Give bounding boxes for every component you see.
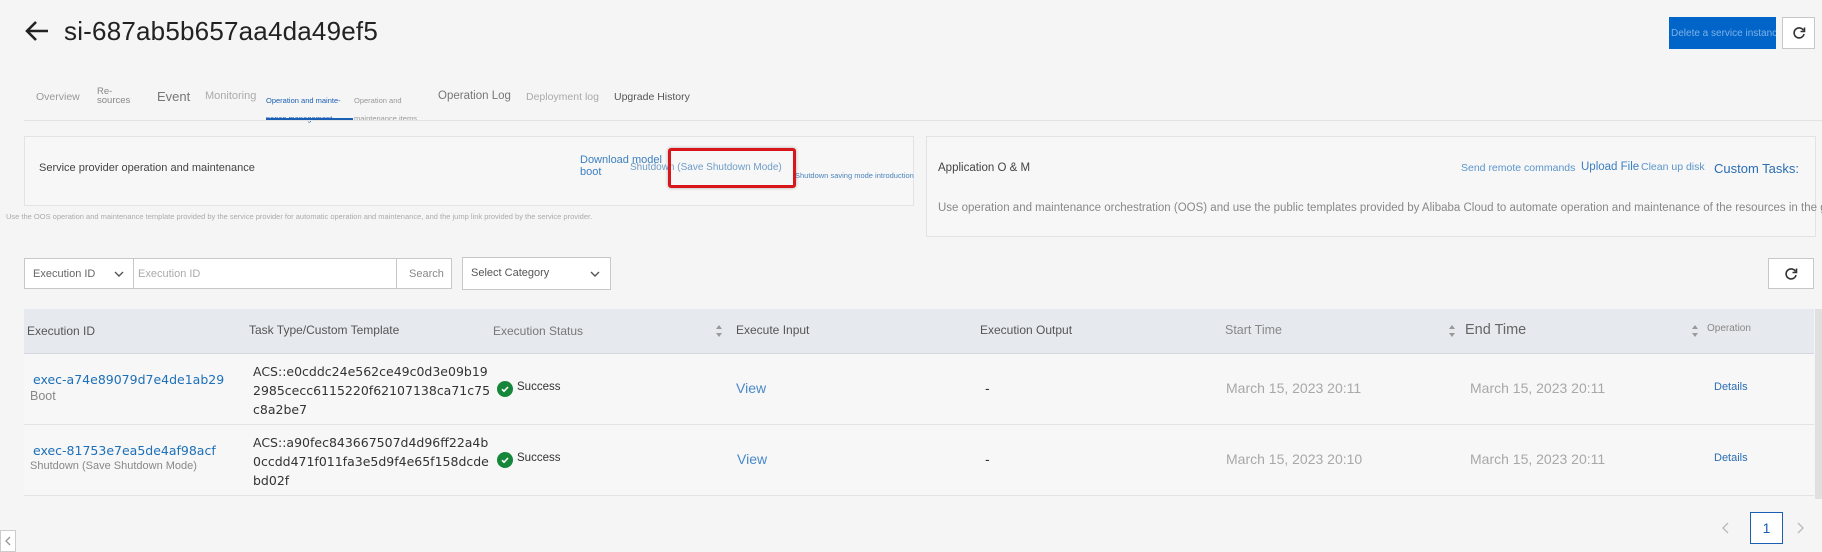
refresh-button[interactable] xyxy=(1782,17,1815,49)
send-remote-commands-link[interactable]: Send remote commands xyxy=(1461,162,1575,174)
sort-icon[interactable] xyxy=(715,324,723,338)
column-header-execution-output: Execution Output xyxy=(980,323,1073,337)
app-card-title: Application O & M xyxy=(938,162,1031,174)
clean-up-disk-link[interactable]: Clean up disk xyxy=(1641,161,1705,173)
column-header-execution-status: Execution Status xyxy=(493,324,584,338)
status-text: Success xyxy=(517,381,561,393)
template-line: bd02f xyxy=(253,473,290,488)
search-input[interactable]: Execution ID xyxy=(133,258,397,289)
app-card-description: Use operation and maintenance orchestrat… xyxy=(938,202,1822,214)
category-select-placeholder: Select Category xyxy=(471,267,550,279)
tab-label-line1: Operation and mainte- xyxy=(266,96,341,105)
shutdown-mode-intro-link[interactable]: Shutdown saving mode introduction xyxy=(795,171,914,180)
page-number-current[interactable]: 1 xyxy=(1750,512,1783,544)
sidebar-collapse-handle[interactable] xyxy=(0,530,16,552)
column-header-execute-input: Execute Input xyxy=(736,323,810,337)
sort-icon[interactable] xyxy=(1691,324,1699,338)
template-id: ACS::a90fec843667507d4d96ff22a4b 0ccdd47… xyxy=(253,433,489,490)
category-select[interactable]: Select Category xyxy=(462,257,611,290)
start-time: March 15, 2023 20:10 xyxy=(1226,451,1363,467)
details-link[interactable]: Details xyxy=(1714,452,1748,464)
tab-operation-log[interactable]: Operation Log xyxy=(438,90,511,102)
back-arrow-icon[interactable] xyxy=(24,18,50,44)
column-header-end-time: End Time xyxy=(1465,322,1527,338)
search-button[interactable]: Search xyxy=(396,258,452,289)
service-instance-page: si-687ab5b657aa4da49ef5 Delete a service… xyxy=(0,0,1822,552)
refresh-icon xyxy=(1785,267,1798,280)
view-input-link[interactable]: View xyxy=(737,451,767,467)
table-refresh-button[interactable] xyxy=(1768,258,1814,289)
tab-operation-maintenance-items[interactable]: Operation and maintenance items xyxy=(354,92,417,128)
execution-id-link[interactable]: exec-81753e7ea5de4af98acf xyxy=(33,443,216,458)
custom-tasks-link[interactable]: Custom Tasks: xyxy=(1714,161,1799,176)
search-button-label: Search xyxy=(409,268,444,280)
chevron-down-icon xyxy=(590,271,600,277)
task-subtitle: Boot xyxy=(30,389,56,403)
end-time: March 15, 2023 20:11 xyxy=(1470,380,1606,396)
tab-operation-maintenance-management[interactable]: Operation and mainte- nance management xyxy=(266,92,341,128)
provider-card-description: Use the OOS operation and maintenance te… xyxy=(6,212,593,221)
tabs-divider xyxy=(24,120,1822,121)
boot-link[interactable]: boot xyxy=(580,167,601,178)
table-scrollbar[interactable] xyxy=(1815,309,1822,499)
chevron-down-icon xyxy=(114,271,124,277)
application-om-card xyxy=(926,136,1816,237)
chevron-right-icon[interactable] xyxy=(1794,521,1806,535)
column-header-start-time: Start Time xyxy=(1225,323,1282,337)
template-id: ACS::e0cddc24e562ce49c0d3e09b19 2985cecc… xyxy=(253,362,490,419)
template-line: c8a2be7 xyxy=(253,402,308,417)
provider-card-title: Service provider operation and maintenan… xyxy=(39,162,255,174)
search-field-select-label: Execution ID xyxy=(33,268,96,280)
upload-file-link[interactable]: Upload File xyxy=(1581,161,1639,173)
tab-event[interactable]: Event xyxy=(157,89,190,104)
refresh-icon xyxy=(1792,27,1805,39)
page-title: si-687ab5b657aa4da49ef5 xyxy=(64,16,378,46)
chevron-left-icon xyxy=(5,536,11,546)
tab-monitoring[interactable]: Monitoring xyxy=(205,90,256,102)
execution-id-link[interactable]: exec-a74e89079d7e4de1ab29 xyxy=(33,372,224,387)
column-header-execution-id: Execution ID xyxy=(27,324,96,338)
success-icon xyxy=(497,452,513,468)
sort-icon[interactable] xyxy=(1448,324,1456,338)
delete-instance-button[interactable]: Delete a service instance xyxy=(1669,17,1776,49)
details-link[interactable]: Details xyxy=(1714,381,1748,393)
column-header-task-type: Task Type/Custom Template xyxy=(249,323,400,337)
chevron-left-icon[interactable] xyxy=(1720,521,1732,535)
end-time: March 15, 2023 20:11 xyxy=(1470,451,1606,467)
task-subtitle: Shutdown (Save Shutdown Mode) xyxy=(30,460,197,472)
tab-deployment-log[interactable]: Deployment log xyxy=(526,91,599,103)
template-line: 0ccdd471f011fa3e5d9f4e65f158dcde xyxy=(253,454,489,469)
tab-overview[interactable]: Overview xyxy=(36,91,80,103)
tab-label-line1: Operation and xyxy=(354,96,402,105)
search-field-select[interactable]: Execution ID xyxy=(24,258,134,289)
tab-label-line2: maintenance items xyxy=(354,114,417,123)
template-line: ACS::e0cddc24e562ce49c0d3e09b19 xyxy=(253,364,488,379)
search-input-placeholder: Execution ID xyxy=(138,268,201,280)
execution-output-value: - xyxy=(985,451,990,467)
start-time: March 15, 2023 20:11 xyxy=(1226,380,1362,396)
column-header-operation: Operation xyxy=(1707,323,1751,334)
status-text: Success xyxy=(517,452,561,464)
tab-resources[interactable]: Re- sources xyxy=(97,87,130,106)
execution-output-value: - xyxy=(985,380,990,396)
template-line: 2985cecc6115220f62107138ca71c75 xyxy=(253,383,491,398)
success-icon xyxy=(497,381,513,397)
highlight-box xyxy=(668,148,796,188)
tab-upgrade-history[interactable]: Upgrade History xyxy=(614,91,690,103)
view-input-link[interactable]: View xyxy=(736,380,766,396)
template-line: ACS::a90fec843667507d4d96ff22a4b xyxy=(253,435,489,450)
